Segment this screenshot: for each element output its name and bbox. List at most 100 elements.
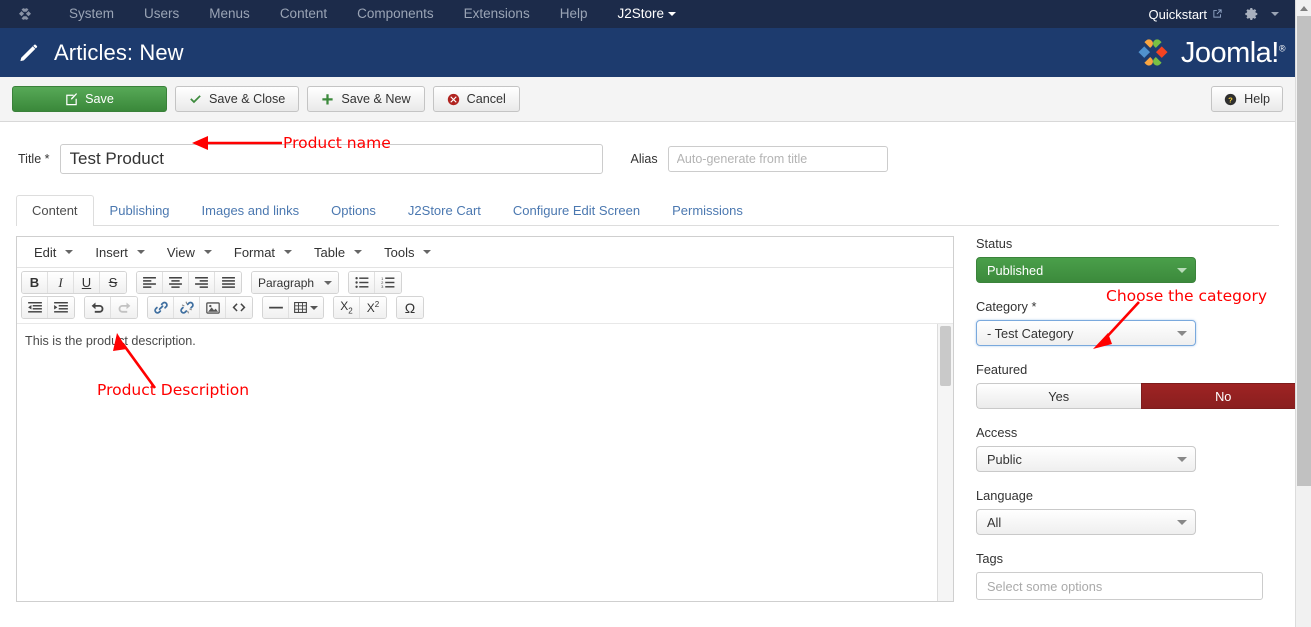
tab-j2store-cart[interactable]: J2Store Cart (392, 195, 497, 226)
featured-yes-button[interactable]: Yes (976, 383, 1141, 409)
title-label: Title * (18, 151, 50, 166)
indent-icon[interactable] (48, 297, 74, 318)
menu-components[interactable]: Components (342, 0, 449, 28)
editor-body[interactable]: This is the product description. Product… (17, 323, 953, 601)
featured-toggle-group: Yes No (976, 383, 1295, 409)
alias-label: Alias (630, 151, 658, 166)
numbered-list-icon[interactable]: 123 (375, 272, 401, 293)
editor-menu-table-label: Table (314, 244, 346, 260)
field-category: Category * - Test Category Choose the ca… (976, 287, 1274, 349)
outdent-icon[interactable] (22, 297, 48, 318)
editor-menu-format-label: Format (233, 244, 276, 260)
chevron-down-icon (1177, 519, 1187, 525)
menu-menus[interactable]: Menus (194, 0, 265, 28)
site-label: Quickstart (1148, 6, 1207, 22)
language-select[interactable]: All (976, 509, 1196, 535)
joomla-logo-icon[interactable] (14, 3, 36, 25)
question-circle-icon: ? (1224, 93, 1237, 106)
site-link[interactable]: Quickstart (1142, 7, 1229, 22)
insert-image-icon[interactable] (200, 297, 226, 318)
tab-configure-edit-screen[interactable]: Configure Edit Screen (497, 195, 656, 226)
category-select[interactable]: - Test Category (976, 320, 1196, 346)
subscript-icon[interactable]: X2 (334, 297, 360, 318)
joomla-brand-logo: Joomla!® (1132, 32, 1286, 74)
chevron-down-icon (423, 250, 432, 254)
menu-j2store[interactable]: J2Store (602, 0, 691, 28)
editor-menu-insert[interactable]: Insert (84, 241, 156, 263)
menu-help[interactable]: Help (545, 0, 603, 28)
menu-j2store-label: J2Store (617, 6, 664, 21)
save-button[interactable]: Save (12, 86, 167, 112)
help-button[interactable]: ? Help (1211, 86, 1283, 112)
tab-content[interactable]: Content (16, 195, 94, 226)
tab-images-and-links[interactable]: Images and links (186, 195, 316, 226)
editor-menu-view[interactable]: View (156, 241, 223, 263)
align-right-icon[interactable] (189, 272, 215, 293)
category-value: - Test Category (987, 325, 1074, 341)
italic-icon[interactable]: I (48, 272, 74, 293)
strikethrough-icon[interactable]: S (100, 272, 126, 293)
menu-system[interactable]: System (54, 0, 129, 28)
insert-table-icon[interactable] (289, 297, 323, 318)
horizontal-rule-icon[interactable] (263, 297, 289, 318)
editor-menu-edit[interactable]: Edit (23, 241, 84, 263)
editor-menu-format[interactable]: Format (223, 241, 303, 263)
editor-scrollbar-thumb[interactable] (940, 326, 951, 386)
svg-text:3: 3 (381, 284, 384, 288)
window-scrollbar[interactable] (1295, 0, 1311, 627)
cancel-circle-icon (447, 93, 460, 106)
history-group (84, 296, 138, 319)
menu-extensions[interactable]: Extensions (449, 0, 545, 28)
editor-menubar: Edit Insert View Format Table Tools (17, 237, 953, 268)
bold-icon[interactable]: B (22, 272, 48, 293)
special-character-icon[interactable]: Ω (397, 297, 423, 318)
chevron-down-icon (203, 250, 212, 254)
superscript-icon[interactable]: X2 (360, 297, 386, 318)
featured-no-button[interactable]: No (1140, 383, 1295, 409)
undo-icon[interactable] (85, 297, 111, 318)
align-justify-icon[interactable] (215, 272, 241, 293)
editor-scrollbar[interactable] (937, 324, 953, 601)
tab-permissions[interactable]: Permissions (656, 195, 759, 226)
align-left-icon[interactable] (137, 272, 163, 293)
save-close-button[interactable]: Save & Close (175, 86, 300, 112)
main-content: Edit Insert View Format Table Tools B I … (0, 226, 1295, 616)
tags-placeholder: Select some options (987, 578, 1103, 594)
block-insert-group (262, 296, 324, 319)
cancel-button[interactable]: Cancel (432, 86, 520, 112)
source-code-icon[interactable] (226, 297, 252, 318)
editor-menu-table[interactable]: Table (303, 241, 373, 263)
script-group: X2 X2 (333, 296, 387, 319)
align-center-icon[interactable] (163, 272, 189, 293)
editor-menu-tools-label: Tools (384, 244, 415, 260)
tab-options[interactable]: Options (315, 195, 392, 226)
scrollbar-up-arrow[interactable] (1296, 0, 1311, 16)
tags-input[interactable]: Select some options (976, 572, 1263, 600)
special-char-group: Ω (396, 296, 424, 319)
field-tags: Tags Select some options (976, 551, 1274, 600)
list-group: 123 (348, 271, 402, 294)
status-select[interactable]: Published (976, 257, 1196, 283)
redo-icon[interactable] (111, 297, 137, 318)
editor-menu-tools[interactable]: Tools (373, 241, 442, 263)
paragraph-format-select[interactable]: Paragraph (252, 272, 338, 293)
menu-content[interactable]: Content (265, 0, 342, 28)
insert-link-icon[interactable] (148, 297, 174, 318)
underline-icon[interactable]: U (74, 272, 100, 293)
chevron-down-icon-settings[interactable] (1267, 5, 1287, 23)
window-scrollbar-thumb[interactable] (1297, 16, 1311, 486)
unlink-icon[interactable] (174, 297, 200, 318)
gear-icon[interactable] (1229, 7, 1267, 21)
tab-publishing[interactable]: Publishing (94, 195, 186, 226)
chevron-down-icon (1177, 267, 1187, 273)
bullet-list-icon[interactable] (349, 272, 375, 293)
sidebar-panel: Status Published Category * - Test Categ… (954, 236, 1295, 616)
menu-users[interactable]: Users (129, 0, 194, 28)
save-new-button[interactable]: Save & New (307, 86, 425, 112)
chevron-down-icon (284, 250, 293, 254)
alias-input[interactable] (667, 145, 888, 172)
language-value: All (987, 514, 1002, 530)
access-select[interactable]: Public (976, 446, 1196, 472)
editor-menu-edit-label: Edit (34, 244, 57, 260)
tags-label: Tags (976, 551, 1004, 566)
